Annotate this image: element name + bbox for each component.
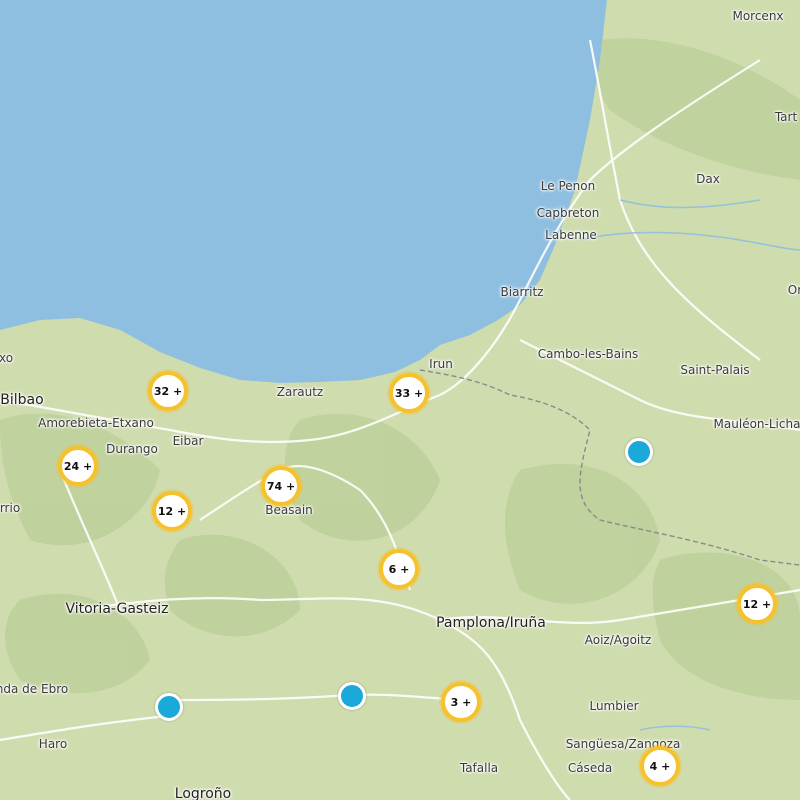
cluster-marker[interactable]: 6 + [379,549,419,589]
place-label: Dax [696,172,720,186]
cluster-marker[interactable]: 24 + [58,446,98,486]
location-pin[interactable] [155,693,183,721]
place-label: Pamplona/Iruña [436,615,546,631]
place-label: Haro [38,737,68,751]
place-label: Labenne [545,228,597,242]
place-label: Capbreton [536,206,600,220]
cluster-marker[interactable]: 4 + [640,746,680,786]
place-label: Le Penon [540,179,596,193]
place-label: Irun [429,357,453,371]
cluster-marker[interactable]: 12 + [737,584,777,624]
place-label: Eibar [172,434,204,448]
place-label: Saint-Palais [680,363,750,377]
place-label: Cambo-les-Bains [537,347,639,361]
cluster-marker[interactable]: 12 + [152,491,192,531]
place-label: Tart [774,110,798,124]
place-label: Cáseda [567,761,613,775]
place-label: Bilbao [0,392,44,408]
place-label: Aoiz/Agoitz [584,633,652,647]
place-label: Logroño [174,786,232,800]
cluster-marker[interactable]: 32 + [148,371,188,411]
place-label: Lumbier [589,699,639,713]
place-label: Amorebieta-Etxano [38,416,154,430]
cluster-marker[interactable]: 33 + [389,373,429,413]
place-label: Mauléon-Licha [713,417,800,431]
place-label: Vitoria-Gasteiz [65,601,169,617]
place-label: Zarautz [276,385,324,399]
place-label: Or [787,283,800,297]
location-pin[interactable] [625,438,653,466]
place-label: rrio [0,501,21,515]
location-pin[interactable] [338,682,366,710]
place-label: Morcenx [732,9,784,23]
place-label: Biarritz [500,285,544,299]
cluster-marker[interactable]: 3 + [441,682,481,722]
place-label: xo [0,351,14,365]
place-label: Tafalla [459,761,499,775]
place-label: nda de Ebro [0,682,69,696]
cluster-marker[interactable]: 74 + [261,466,301,506]
place-label: Durango [106,442,158,456]
map-canvas[interactable]: Morcenx Tart Dax Le Penon Capbreton Labe… [0,0,800,800]
place-label: Beasain [265,503,313,517]
